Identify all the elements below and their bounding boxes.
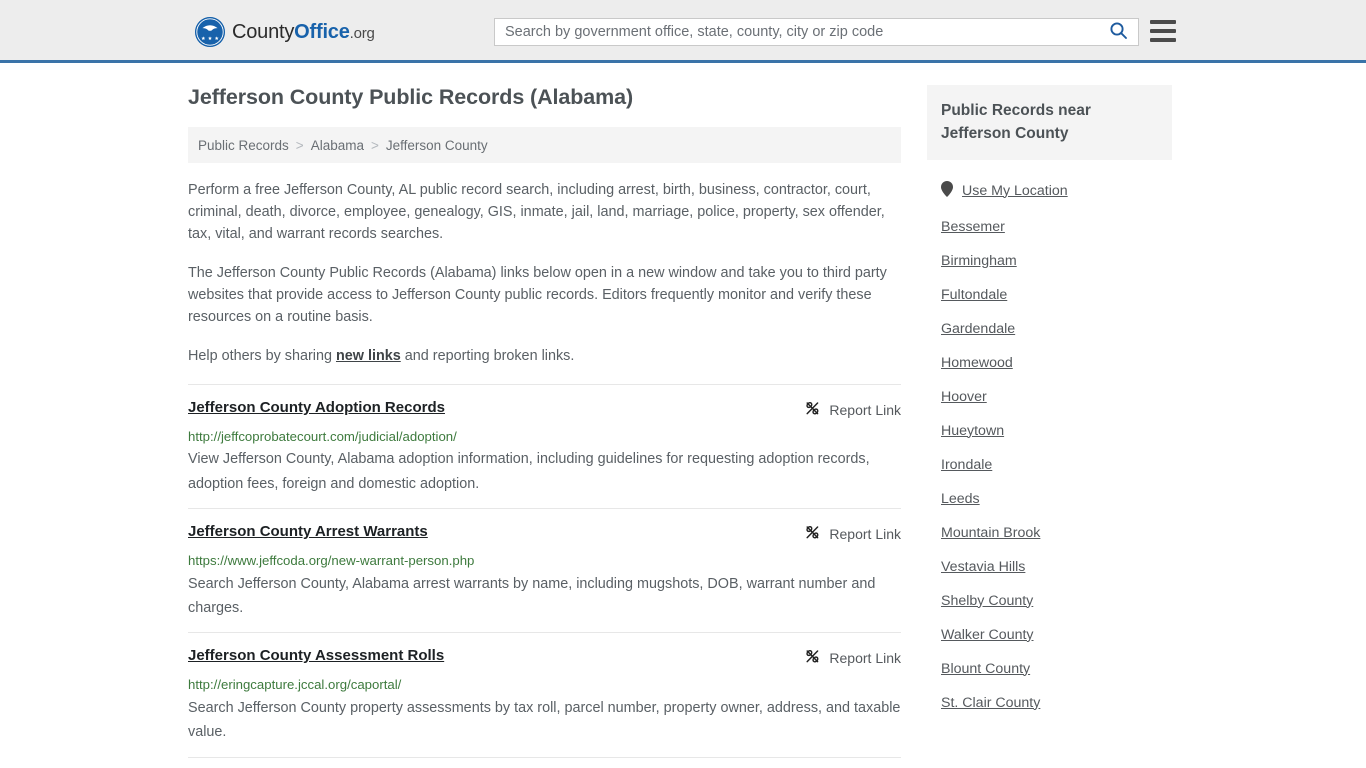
sidebar-link[interactable]: Shelby County bbox=[941, 593, 1033, 609]
breadcrumb-item-alabama[interactable]: Alabama bbox=[311, 138, 364, 153]
report-link-button[interactable]: Report Link bbox=[804, 647, 901, 668]
sidebar-heading: Public Records near Jefferson County bbox=[927, 85, 1172, 160]
sidebar-item-leeds[interactable]: Leeds bbox=[927, 482, 1172, 516]
sidebar-item-blount-county[interactable]: Blount County bbox=[927, 652, 1172, 686]
sidebar-item-irondale[interactable]: Irondale bbox=[927, 448, 1172, 482]
sidebar-link[interactable]: Bessemer bbox=[941, 219, 1005, 235]
record-header: Jefferson County Adoption Records Report… bbox=[188, 399, 901, 420]
report-link-label: Report Link bbox=[829, 650, 901, 667]
breadcrumb-separator: > bbox=[295, 137, 304, 153]
sidebar-nearby-records: Public Records near Jefferson County Use… bbox=[927, 63, 1172, 768]
record-url[interactable]: http://jeffcoprobatecourt.com/judicial/a… bbox=[188, 428, 901, 445]
sidebar-item-birmingham[interactable]: Birmingham bbox=[927, 244, 1172, 278]
sidebar-link[interactable]: Irondale bbox=[941, 457, 992, 473]
page-title: Jefferson County Public Records (Alabama… bbox=[188, 85, 634, 109]
new-links-link[interactable]: new links bbox=[336, 348, 401, 364]
sidebar-link[interactable]: Vestavia Hills bbox=[941, 559, 1025, 575]
record-item: Jefferson County Adoption Records Report… bbox=[188, 384, 901, 508]
sidebar-item-bessemer[interactable]: Bessemer bbox=[927, 210, 1172, 244]
sidebar-item-hoover[interactable]: Hoover bbox=[927, 380, 1172, 414]
record-item: Jefferson County Arrest Warrants Report … bbox=[188, 508, 901, 632]
share-links-paragraph: Help others by sharing new links and rep… bbox=[188, 345, 901, 367]
record-title-link[interactable]: Jefferson County Adoption Records bbox=[188, 399, 445, 417]
hamburger-bar bbox=[1150, 20, 1176, 24]
logo-word-county: County bbox=[232, 20, 295, 43]
sidebar-link[interactable]: St. Clair County bbox=[941, 695, 1040, 711]
breadcrumb: Public Records > Alabama > Jefferson Cou… bbox=[188, 127, 901, 163]
search-icon bbox=[1109, 21, 1128, 43]
sidebar-link[interactable]: Fultondale bbox=[941, 287, 1007, 303]
sidebar-link[interactable]: Mountain Brook bbox=[941, 525, 1040, 541]
report-link-label: Report Link bbox=[829, 526, 901, 543]
sidebar-link[interactable]: Blount County bbox=[941, 661, 1030, 677]
record-description: Search Jefferson County, Alabama arrest … bbox=[188, 575, 876, 616]
search-button[interactable] bbox=[1098, 19, 1138, 45]
map-pin-icon bbox=[941, 180, 953, 201]
search-input[interactable] bbox=[495, 19, 1098, 45]
hamburger-menu-icon[interactable] bbox=[1150, 20, 1176, 42]
sidebar-link[interactable]: Hueytown bbox=[941, 423, 1004, 439]
sidebar-item-fultondale[interactable]: Fultondale bbox=[927, 278, 1172, 312]
logo-wordmark: CountyOffice.org bbox=[232, 21, 375, 44]
sidebar-item-vestavia-hills[interactable]: Vestavia Hills bbox=[927, 550, 1172, 584]
intro-paragraph-1: Perform a free Jefferson County, AL publ… bbox=[188, 182, 885, 243]
eagle-seal-logo-icon bbox=[195, 17, 225, 47]
sidebar-item-st-clair-county[interactable]: St. Clair County bbox=[927, 686, 1172, 720]
sidebar-item-shelby-county[interactable]: Shelby County bbox=[927, 584, 1172, 618]
logo-word-org: .org bbox=[349, 24, 375, 42]
share-suffix-text: and reporting broken links. bbox=[400, 348, 575, 365]
report-link-label: Report Link bbox=[829, 402, 901, 419]
sidebar-item-walker-county[interactable]: Walker County bbox=[927, 618, 1172, 652]
share-prefix-text: Help others by sharing bbox=[188, 348, 336, 365]
record-item: Jefferson County Assessment Rolls Report… bbox=[188, 632, 901, 756]
record-title-link[interactable]: Jefferson County Arrest Warrants bbox=[188, 523, 428, 541]
sidebar-link[interactable]: Walker County bbox=[941, 627, 1034, 643]
site-header: CountyOffice.org bbox=[0, 0, 1366, 63]
sidebar-item-gardendale[interactable]: Gardendale bbox=[927, 312, 1172, 346]
report-link-button[interactable]: Report Link bbox=[804, 523, 901, 544]
breadcrumb-item-jefferson-county: Jefferson County bbox=[385, 137, 488, 153]
record-url[interactable]: https://www.jeffcoda.org/new-warrant-per… bbox=[188, 552, 901, 569]
breadcrumb-item-public-records[interactable]: Public Records bbox=[198, 138, 289, 153]
record-description: Search Jefferson County property assessm… bbox=[188, 699, 901, 741]
main-content: Jefferson County Public Records (Alabama… bbox=[188, 63, 901, 768]
record-title-link[interactable]: Jefferson County Assessment Rolls bbox=[188, 647, 444, 665]
sidebar-item-homewood[interactable]: Homewood bbox=[927, 346, 1172, 380]
logo-word-office: Office bbox=[294, 20, 350, 43]
sidebar-link[interactable]: Hoover bbox=[941, 389, 987, 405]
use-my-location-link[interactable]: Use My Location bbox=[962, 183, 1068, 199]
broken-link-icon bbox=[804, 648, 821, 668]
hamburger-bar bbox=[1150, 29, 1176, 33]
record-header: Jefferson County Arrest Warrants Report … bbox=[188, 523, 901, 544]
sidebar-link[interactable]: Leeds bbox=[941, 491, 980, 507]
sidebar-item-use-my-location[interactable]: Use My Location bbox=[927, 172, 1172, 210]
sidebar-link[interactable]: Gardendale bbox=[941, 321, 1015, 337]
page-body: Jefferson County Public Records (Alabama… bbox=[0, 63, 1366, 768]
record-description: View Jefferson County, Alabama adoption … bbox=[188, 451, 870, 492]
sidebar-link[interactable]: Birmingham bbox=[941, 253, 1017, 269]
intro-paragraph-2: The Jefferson County Public Records (Ala… bbox=[188, 265, 887, 326]
search-bar[interactable] bbox=[494, 18, 1139, 46]
hamburger-bar bbox=[1150, 38, 1176, 42]
sidebar-place-list: Use My Location Bessemer Birmingham Fult… bbox=[927, 172, 1172, 720]
record-item: Jefferson County Birth Certificates Repo… bbox=[188, 756, 901, 768]
broken-link-icon bbox=[804, 524, 821, 544]
breadcrumb-separator: > bbox=[370, 137, 379, 153]
sidebar-item-mountain-brook[interactable]: Mountain Brook bbox=[927, 516, 1172, 550]
report-link-button[interactable]: Report Link bbox=[804, 399, 901, 420]
broken-link-icon bbox=[804, 400, 821, 420]
sidebar-link[interactable]: Homewood bbox=[941, 355, 1013, 371]
sidebar-item-hueytown[interactable]: Hueytown bbox=[927, 414, 1172, 448]
record-url[interactable]: http://eringcapture.jccal.org/caportal/ bbox=[188, 676, 901, 693]
record-header: Jefferson County Assessment Rolls Report… bbox=[188, 647, 901, 668]
site-logo[interactable]: CountyOffice.org bbox=[195, 17, 375, 47]
